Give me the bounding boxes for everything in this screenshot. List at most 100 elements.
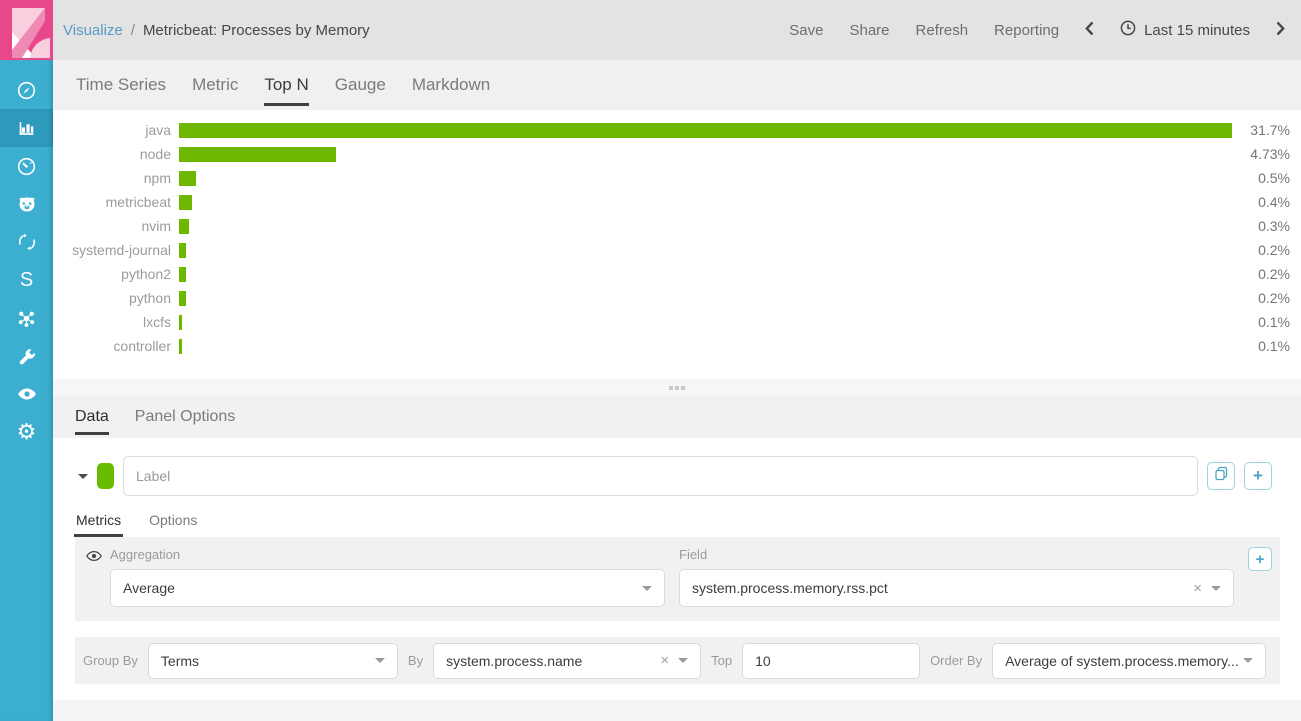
clone-icon (1214, 466, 1229, 486)
sidebar-item-dev-tools[interactable] (0, 337, 53, 375)
plus-icon: + (1253, 466, 1263, 485)
chart-category-label: node (139, 146, 171, 162)
chart-bar[interactable] (179, 242, 186, 258)
chart-row: metricbeat 0.4% (59, 190, 1290, 214)
aggregation-select[interactable]: Average (110, 569, 665, 607)
sidebar-item-dashboard[interactable] (0, 147, 53, 185)
clear-field-icon[interactable]: × (1187, 580, 1211, 597)
editor-panel: + Metrics Options Aggregation Average Fie… (53, 438, 1301, 700)
field-combobox[interactable]: system.process.memory.rss.pct × (679, 569, 1234, 607)
group-by-panel: Group By Terms By system.process.name × … (75, 637, 1280, 684)
sidebar-item-timelion[interactable] (0, 185, 53, 223)
add-series-button[interactable]: + (1244, 462, 1272, 490)
time-back-button[interactable] (1085, 21, 1094, 40)
clone-series-button[interactable] (1207, 462, 1235, 490)
top-n-input[interactable] (742, 642, 921, 679)
chart-bar[interactable] (179, 194, 193, 210)
time-range-label: Last 15 minutes (1144, 21, 1250, 39)
kibana-logo[interactable] (0, 0, 53, 60)
chart-row: python2 0.2% (59, 262, 1290, 286)
sidebar-item-visualize[interactable] (0, 109, 53, 147)
chart-category-label: controller (113, 338, 171, 354)
group-by-label: Group By (83, 653, 138, 668)
chevron-right-icon (1276, 21, 1285, 40)
sidebar-item-graph[interactable] (0, 299, 53, 337)
chart-category-label: systemd-journal (72, 242, 171, 258)
tab-metrics[interactable]: Metrics (74, 512, 124, 537)
eye-icon[interactable] (86, 549, 102, 607)
chart-category-label: npm (143, 170, 171, 186)
chart-bar[interactable] (179, 170, 196, 186)
chart-bar-track (179, 194, 1232, 210)
chart-value-label: 4.73% (1250, 146, 1290, 162)
chart-bar[interactable] (179, 122, 1232, 138)
chevron-down-icon (642, 585, 652, 596)
tab-data[interactable]: Data (62, 396, 122, 438)
chart-bar-track (179, 266, 1232, 282)
footer-strip (53, 700, 1301, 721)
breadcrumb-visualize-link[interactable]: Visualize (63, 22, 123, 39)
by-field-combobox[interactable]: system.process.name × (433, 642, 702, 679)
caret-down-icon[interactable] (78, 473, 88, 484)
plus-icon: + (1255, 550, 1265, 568)
chart-bar-track (179, 146, 1232, 162)
aggregation-panel: Aggregation Average Field system.process… (75, 537, 1280, 621)
sidebar-item-apm[interactable] (0, 223, 53, 261)
chart-row: nvim 0.3% (59, 214, 1290, 238)
visualize-bar-chart-icon (17, 119, 36, 138)
series-row: + (78, 456, 1272, 496)
dashboard-gauge-icon (17, 157, 36, 176)
sidebar-item-discover[interactable] (0, 71, 53, 109)
sidebar-item-management[interactable]: ⚙ (0, 413, 53, 451)
order-by-label: Order By (930, 653, 983, 668)
chart-value-label: 0.5% (1258, 170, 1290, 186)
dev-tools-wrench-icon (17, 347, 36, 366)
tab-panel-options[interactable]: Panel Options (122, 396, 249, 438)
panel-resize-handle[interactable] (53, 379, 1301, 396)
group-by-select[interactable]: Terms (147, 642, 398, 679)
tab-gauge[interactable]: Gauge (322, 60, 399, 110)
clear-by-field-icon[interactable]: × (654, 652, 678, 669)
breadcrumb-separator: / (130, 21, 135, 39)
chart-value-label: 0.2% (1258, 290, 1290, 306)
app-sidebar: S ⚙ (0, 0, 53, 721)
chart-bar[interactable] (179, 146, 337, 162)
chart-bar-track (179, 242, 1232, 258)
sidebar-item-monitoring[interactable] (0, 375, 53, 413)
tab-options[interactable]: Options (147, 512, 199, 537)
chart-bar[interactable] (179, 266, 186, 282)
tab-markdown[interactable]: Markdown (399, 60, 503, 110)
order-by-select[interactable]: Average of system.process.memory... (992, 642, 1266, 679)
tab-top-n[interactable]: Top N (251, 60, 321, 110)
time-picker[interactable]: Last 15 minutes (1120, 20, 1250, 40)
chevron-down-icon (374, 658, 385, 668)
action-save[interactable]: Save (789, 22, 823, 39)
chevron-down-icon (1243, 658, 1253, 668)
aggregation-label: Aggregation (110, 547, 181, 562)
series-color-swatch[interactable] (97, 463, 114, 489)
sidebar-item-s-plugin[interactable]: S (0, 261, 53, 299)
action-refresh[interactable]: Refresh (916, 22, 969, 39)
chart-bar[interactable] (179, 314, 183, 330)
tab-time-series[interactable]: Time Series (63, 60, 179, 110)
by-label: By (407, 653, 424, 668)
chart-bar[interactable] (179, 290, 186, 306)
action-share[interactable]: Share (849, 22, 889, 39)
chart-row: lxcfs 0.1% (59, 310, 1290, 334)
chart-value-label: 0.3% (1258, 218, 1290, 234)
chart-bar-track (179, 170, 1232, 186)
chart-category-label: java (145, 122, 171, 138)
add-metric-button[interactable]: + (1248, 547, 1272, 571)
chart-value-label: 31.7% (1250, 122, 1290, 138)
chart-row: java 31.7% (59, 118, 1290, 142)
graph-network-icon (17, 309, 36, 328)
tab-metric[interactable]: Metric (179, 60, 251, 110)
timelion-lion-icon (17, 195, 37, 214)
chart-bar[interactable] (179, 218, 189, 234)
chart-row: systemd-journal 0.2% (59, 238, 1290, 262)
header-actions: Save Share Refresh Reporting (789, 22, 1059, 39)
action-reporting[interactable]: Reporting (994, 22, 1059, 39)
chart-bar[interactable] (179, 338, 183, 354)
time-forward-button[interactable] (1276, 21, 1285, 40)
series-label-input[interactable] (123, 456, 1198, 496)
